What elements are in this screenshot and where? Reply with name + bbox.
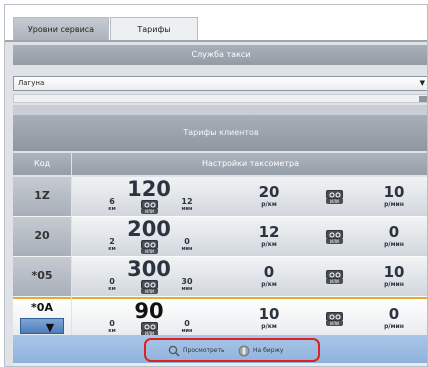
rate-per-km-unit: р/км: [261, 241, 277, 248]
included-minutes: 0: [184, 237, 190, 246]
icon-caption: ИЛИ: [141, 289, 158, 294]
rate-per-minute: 0: [388, 223, 400, 241]
tab-tariffs[interactable]: Тарифы: [110, 17, 198, 41]
rate-per-km[interactable]: 10: [239, 305, 299, 323]
dropdown-arrow-icon: ▼: [45, 321, 55, 334]
icon-caption: ИЛИ: [141, 249, 158, 254]
rate-per-km: 12: [258, 223, 280, 241]
tariff-code: 1Z: [34, 189, 50, 202]
rate-per-km-unit: р/км: [261, 281, 277, 288]
rate-per-minute[interactable]: 0: [364, 305, 424, 323]
exchange-icon: [238, 345, 250, 357]
included-km-unit: км: [108, 286, 116, 292]
tab-bar: Уровни сервиса Тарифы: [5, 5, 427, 42]
tariffs-window: Уровни сервиса Тарифы Служба такси Лагун…: [4, 4, 428, 367]
scrollbar-thumb[interactable]: [419, 96, 427, 102]
rate-per-km: 0: [263, 263, 275, 281]
section-title: Служба такси: [13, 45, 427, 65]
icon-caption: ИЛИ: [326, 199, 343, 204]
km-or-min-icon: [141, 322, 158, 331]
included-km-unit: км: [108, 246, 116, 252]
tariff-settings-cell: 300 0 км ИЛИ 30 мин 0 р/км ИЛИ 10 р/мин: [72, 257, 427, 297]
bottom-strip: [13, 363, 427, 366]
magnifier-icon: [168, 345, 180, 357]
rate-per-km: 20: [258, 183, 280, 201]
icon-caption: ИЛИ: [326, 279, 343, 284]
highlighted-actions: Просмотреть На биржу: [144, 338, 320, 362]
tariff-row[interactable]: *05 300 0 км ИЛИ 30 мин 0 р/км ИЛИ 10 р/…: [13, 257, 427, 297]
taxi-service-select[interactable]: Лагуна ▼: [13, 76, 427, 91]
tariff-code-select[interactable]: ▼: [20, 318, 64, 334]
included-minutes[interactable]: 0: [172, 320, 202, 328]
rate-per-minute-unit: р/мин: [384, 201, 404, 208]
km-or-min-icon: [326, 270, 343, 279]
tariff-row[interactable]: 1Z 120 6 км ИЛИ 12 мин 20 р/км ИЛИ 10 р/…: [13, 177, 427, 217]
client-tariffs-header: Тарифы клиентов: [13, 115, 427, 151]
tariff-code: *05: [31, 269, 53, 282]
tariff-code-cell: *05: [13, 257, 71, 297]
included-minutes: 30: [181, 277, 193, 286]
tariff-row-selected[interactable]: *0A ▼ 90 0 км ИЛИ 0 мин 10 р/км ИЛИ 0 р/…: [13, 297, 427, 337]
base-price: 300: [127, 257, 171, 281]
km-or-min-icon: [326, 230, 343, 239]
horizontal-scrollbar[interactable]: [13, 94, 427, 103]
tariff-code-cell: 1Z: [13, 177, 71, 217]
rate-per-minute-unit: р/мин: [384, 281, 404, 288]
rate-per-minute-unit: р/мин: [384, 241, 404, 248]
column-header-settings: Настройки таксометра: [72, 153, 427, 175]
included-km-unit: км: [108, 206, 116, 212]
taxi-service-value: Лагуна: [18, 79, 45, 87]
tab-service-levels[interactable]: Уровни сервиса: [13, 17, 109, 41]
separator-band: [13, 105, 427, 115]
icon-caption: ИЛИ: [326, 239, 343, 244]
exchange-label: На биржу: [253, 347, 284, 354]
included-km[interactable]: 0: [97, 320, 127, 328]
km-or-min-icon: [141, 200, 158, 209]
tariff-code: *0A: [31, 301, 53, 314]
km-or-min-icon: [326, 190, 343, 199]
included-km: 2: [109, 237, 115, 246]
tariff-code-cell: *0A ▼: [13, 297, 71, 337]
included-km: 6: [109, 197, 115, 206]
base-price: 200: [127, 217, 171, 241]
base-price: 120: [127, 177, 171, 201]
dropdown-arrow-icon: ▼: [419, 79, 425, 87]
rate-per-km-unit: р/км: [261, 201, 277, 208]
icon-caption: ИЛИ: [141, 209, 158, 214]
action-bar: Просмотреть На биржу: [13, 335, 427, 363]
included-km: 0: [109, 277, 115, 286]
km-or-min-icon: [141, 280, 158, 289]
base-price[interactable]: 90: [119, 299, 179, 323]
preview-button[interactable]: Просмотреть: [168, 343, 244, 359]
tariff-row[interactable]: 20 200 2 км ИЛИ 0 мин 12 р/км ИЛИ 0 р/ми…: [13, 217, 427, 257]
tariff-code-cell: 20: [13, 217, 71, 257]
tariff-settings-cell: 90 0 км ИЛИ 0 мин 10 р/км ИЛИ 0 р/мин: [72, 297, 427, 337]
included-minutes-unit: мин: [181, 206, 193, 212]
included-minutes-unit: мин: [181, 286, 193, 292]
included-km-unit: км: [108, 328, 116, 334]
rate-per-minute: 10: [383, 183, 405, 201]
preview-label: Просмотреть: [183, 347, 225, 354]
km-or-min-icon: [141, 240, 158, 249]
rate-per-minute-unit: р/мин: [384, 323, 404, 330]
km-or-min-icon: [326, 312, 343, 321]
rate-per-km-unit: р/км: [261, 323, 277, 330]
tariff-settings-cell: 120 6 км ИЛИ 12 мин 20 р/км ИЛИ 10 р/мин: [72, 177, 427, 217]
tab-divider: [5, 40, 427, 42]
included-minutes-unit: мин: [181, 328, 193, 334]
included-minutes-unit: мин: [181, 246, 193, 252]
tariff-code: 20: [34, 229, 50, 242]
included-minutes: 12: [181, 197, 193, 206]
icon-caption: ИЛИ: [326, 321, 343, 326]
tariff-settings-cell: 200 2 км ИЛИ 0 мин 12 р/км ИЛИ 0 р/мин: [72, 217, 427, 257]
rate-per-minute: 10: [383, 263, 405, 281]
exchange-button[interactable]: На биржу: [238, 343, 308, 359]
column-header-code: Код: [13, 153, 71, 175]
